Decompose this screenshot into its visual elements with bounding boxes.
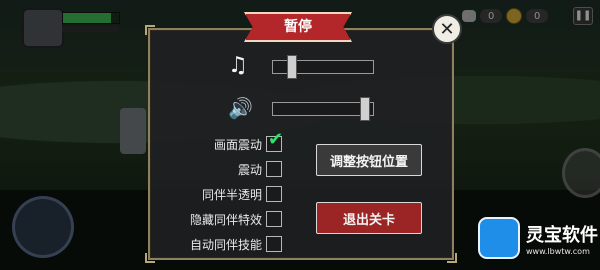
checkbox-vibration[interactable] (266, 161, 282, 177)
option-label-screen-shake: 画面震动 (213, 138, 262, 152)
pause-title: 暂停 (244, 12, 352, 42)
checkbox-screen-shake[interactable]: ✔ (266, 131, 283, 152)
check-icon: ✔ (268, 129, 284, 150)
option-label-companion-translucent: 同伴半透明 (201, 188, 262, 202)
checkbox-auto-companion-skill[interactable] (266, 236, 282, 252)
music-icon: ♫ (228, 53, 248, 78)
watermark: 灵宝软件 www.lbwtw.com (478, 210, 598, 266)
option-label-hide-companion-effects: 隐藏同伴特效 (189, 213, 262, 227)
checkbox-companion-translucent[interactable] (266, 186, 282, 202)
panel-corner (145, 253, 155, 263)
watermark-logo-icon (478, 217, 520, 259)
speaker-icon: 🔊 (228, 96, 253, 120)
sound-slider-handle[interactable] (360, 97, 370, 121)
music-volume-slider[interactable] (272, 55, 374, 79)
sound-volume-slider[interactable] (272, 97, 374, 121)
checkbox-hide-companion-effects[interactable] (266, 211, 282, 227)
option-label-vibration: 震动 (237, 163, 262, 177)
close-button[interactable]: ✕ (432, 14, 462, 44)
close-icon: ✕ (439, 18, 455, 40)
adjust-buttons-button[interactable]: 调整按钮位置 (316, 144, 422, 176)
watermark-url: www.lbwtw.com (526, 246, 590, 256)
music-slider-handle[interactable] (287, 55, 297, 79)
watermark-text: 灵宝软件 www.lbwtw.com (526, 221, 598, 256)
watermark-name: 灵宝软件 (526, 224, 598, 246)
game-scene: 0 0 ❚❚ 暂停 ✕ ♫ 🔊 画面震动 ✔ 震动 同伴半透明 隐藏同伴特效 自… (0, 0, 600, 270)
option-label-auto-companion-skill: 自动同伴技能 (189, 238, 262, 252)
exit-level-button[interactable]: 退出关卡 (316, 202, 422, 234)
